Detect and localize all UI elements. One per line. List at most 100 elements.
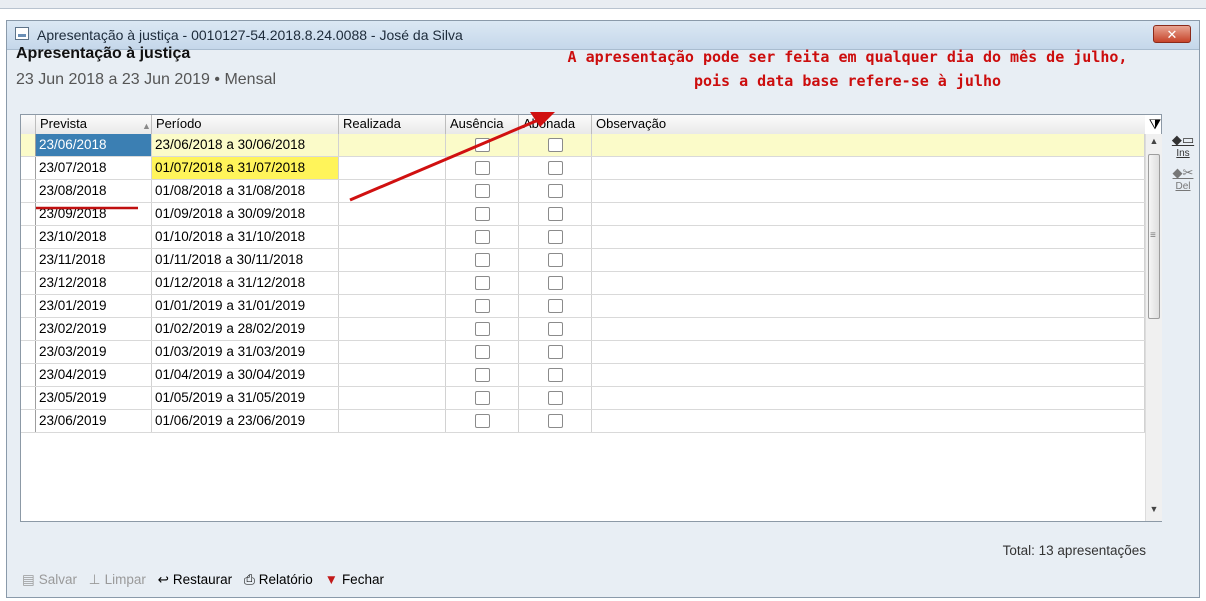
table-row[interactable]: 23/06/2019 01/06/2019 a 23/06/2019 [21,410,1145,433]
cell-abonada[interactable] [519,180,592,202]
filter-icon[interactable]: ⧩ [1147,115,1163,134]
cell-realizada[interactable] [339,180,446,202]
table-row[interactable]: 23/03/2019 01/03/2019 a 31/03/2019 [21,341,1145,364]
cell-realizada[interactable] [339,272,446,294]
abonada-checkbox[interactable] [547,207,563,221]
cell-ausencia[interactable] [446,364,519,386]
row-indicator[interactable] [21,134,36,156]
cell-abonada[interactable] [519,272,592,294]
cell-prevista[interactable]: 23/07/2018 [36,157,152,179]
cell-realizada[interactable] [339,295,446,317]
cell-observacao[interactable] [592,364,1145,386]
cell-ausencia[interactable] [446,318,519,340]
cell-periodo[interactable]: 23/06/2018 a 30/06/2018 [152,134,339,156]
ausencia-checkbox[interactable] [474,368,490,382]
cell-periodo[interactable]: 01/03/2019 a 31/03/2019 [152,341,339,363]
cell-realizada[interactable] [339,318,446,340]
cell-ausencia[interactable] [446,341,519,363]
ausencia-checkbox[interactable] [474,414,490,428]
cell-prevista[interactable]: 23/06/2019 [36,410,152,432]
abonada-checkbox[interactable] [547,368,563,382]
table-row[interactable]: 23/07/2018 01/07/2018 a 31/07/2018 [21,157,1145,180]
table-row[interactable]: 23/04/2019 01/04/2019 a 30/04/2019 [21,364,1145,387]
cell-abonada[interactable] [519,249,592,271]
column-header-realizada[interactable]: Realizada [339,115,446,134]
column-header-abonada[interactable]: Abonada [519,115,592,134]
cell-observacao[interactable] [592,157,1145,179]
cell-realizada[interactable] [339,387,446,409]
abonada-checkbox[interactable] [547,230,563,244]
row-indicator[interactable] [21,318,36,340]
clear-button[interactable]: ⊥ Limpar [89,572,146,588]
cell-ausencia[interactable] [446,410,519,432]
cell-abonada[interactable] [519,203,592,225]
cell-abonada[interactable] [519,341,592,363]
table-row[interactable]: 23/01/2019 01/01/2019 a 31/01/2019 [21,295,1145,318]
ausencia-checkbox[interactable] [474,322,490,336]
cell-observacao[interactable] [592,203,1145,225]
cell-observacao[interactable] [592,249,1145,271]
scroll-up-icon[interactable]: ▲ [1146,136,1162,146]
close-form-button[interactable]: ▼ Fechar [325,572,384,587]
cell-periodo[interactable]: 01/02/2019 a 28/02/2019 [152,318,339,340]
cell-abonada[interactable] [519,226,592,248]
cell-realizada[interactable] [339,157,446,179]
column-header-prevista[interactable]: Prevista ▲ [36,115,152,134]
abonada-checkbox[interactable] [547,253,563,267]
save-button[interactable]: ▤ Salvar [22,572,77,588]
table-row[interactable]: 23/08/2018 01/08/2018 a 31/08/2018 [21,180,1145,203]
table-row[interactable]: 23/09/2018 01/09/2018 a 30/09/2018 [21,203,1145,226]
table-row[interactable]: 23/06/2018 23/06/2018 a 30/06/2018 [21,134,1145,157]
cell-prevista[interactable]: 23/09/2018 [36,203,152,225]
table-row[interactable]: 23/10/2018 01/10/2018 a 31/10/2018 [21,226,1145,249]
report-button[interactable]: ⎙ Relatório [244,572,313,588]
cell-observacao[interactable] [592,410,1145,432]
restore-button[interactable]: ↩ Restaurar [158,572,233,588]
row-indicator[interactable] [21,226,36,248]
cell-prevista[interactable]: 23/10/2018 [36,226,152,248]
table-row[interactable]: 23/02/2019 01/02/2019 a 28/02/2019 [21,318,1145,341]
ausencia-checkbox[interactable] [474,253,490,267]
cell-prevista[interactable]: 23/08/2018 [36,180,152,202]
cell-periodo[interactable]: 01/04/2019 a 30/04/2019 [152,364,339,386]
cell-prevista[interactable]: 23/11/2018 [36,249,152,271]
cell-ausencia[interactable] [446,203,519,225]
cell-observacao[interactable] [592,387,1145,409]
abonada-checkbox[interactable] [547,322,563,336]
column-header-periodo[interactable]: Período [152,115,339,134]
cell-abonada[interactable] [519,318,592,340]
ausencia-checkbox[interactable] [474,276,490,290]
row-indicator[interactable] [21,364,36,386]
cell-abonada[interactable] [519,157,592,179]
cell-abonada[interactable] [519,387,592,409]
cell-realizada[interactable] [339,410,446,432]
cell-abonada[interactable] [519,295,592,317]
cell-prevista[interactable]: 23/12/2018 [36,272,152,294]
row-indicator[interactable] [21,295,36,317]
ausencia-checkbox[interactable] [474,207,490,221]
cell-ausencia[interactable] [446,226,519,248]
cell-observacao[interactable] [592,134,1145,156]
cell-ausencia[interactable] [446,272,519,294]
cell-prevista[interactable]: 23/02/2019 [36,318,152,340]
cell-periodo[interactable]: 01/05/2019 a 31/05/2019 [152,387,339,409]
cell-periodo[interactable]: 01/10/2018 a 31/10/2018 [152,226,339,248]
cell-ausencia[interactable] [446,295,519,317]
row-indicator[interactable] [21,157,36,179]
cell-prevista[interactable]: 23/03/2019 [36,341,152,363]
cell-periodo[interactable]: 01/11/2018 a 30/11/2018 [152,249,339,271]
cell-periodo[interactable]: 01/09/2018 a 30/09/2018 [152,203,339,225]
ausencia-checkbox[interactable] [474,138,490,152]
cell-abonada[interactable] [519,364,592,386]
abonada-checkbox[interactable] [547,161,563,175]
close-button[interactable]: ✕ [1153,25,1191,43]
abonada-checkbox[interactable] [547,345,563,359]
abonada-checkbox[interactable] [547,414,563,428]
row-indicator[interactable] [21,203,36,225]
table-row[interactable]: 23/05/2019 01/05/2019 a 31/05/2019 [21,387,1145,410]
table-row[interactable]: 23/11/2018 01/11/2018 a 30/11/2018 [21,249,1145,272]
delete-button[interactable]: ◆✂ Del [1168,165,1198,192]
ausencia-checkbox[interactable] [474,161,490,175]
cell-ausencia[interactable] [446,387,519,409]
cell-periodo[interactable]: 01/06/2019 a 23/06/2019 [152,410,339,432]
